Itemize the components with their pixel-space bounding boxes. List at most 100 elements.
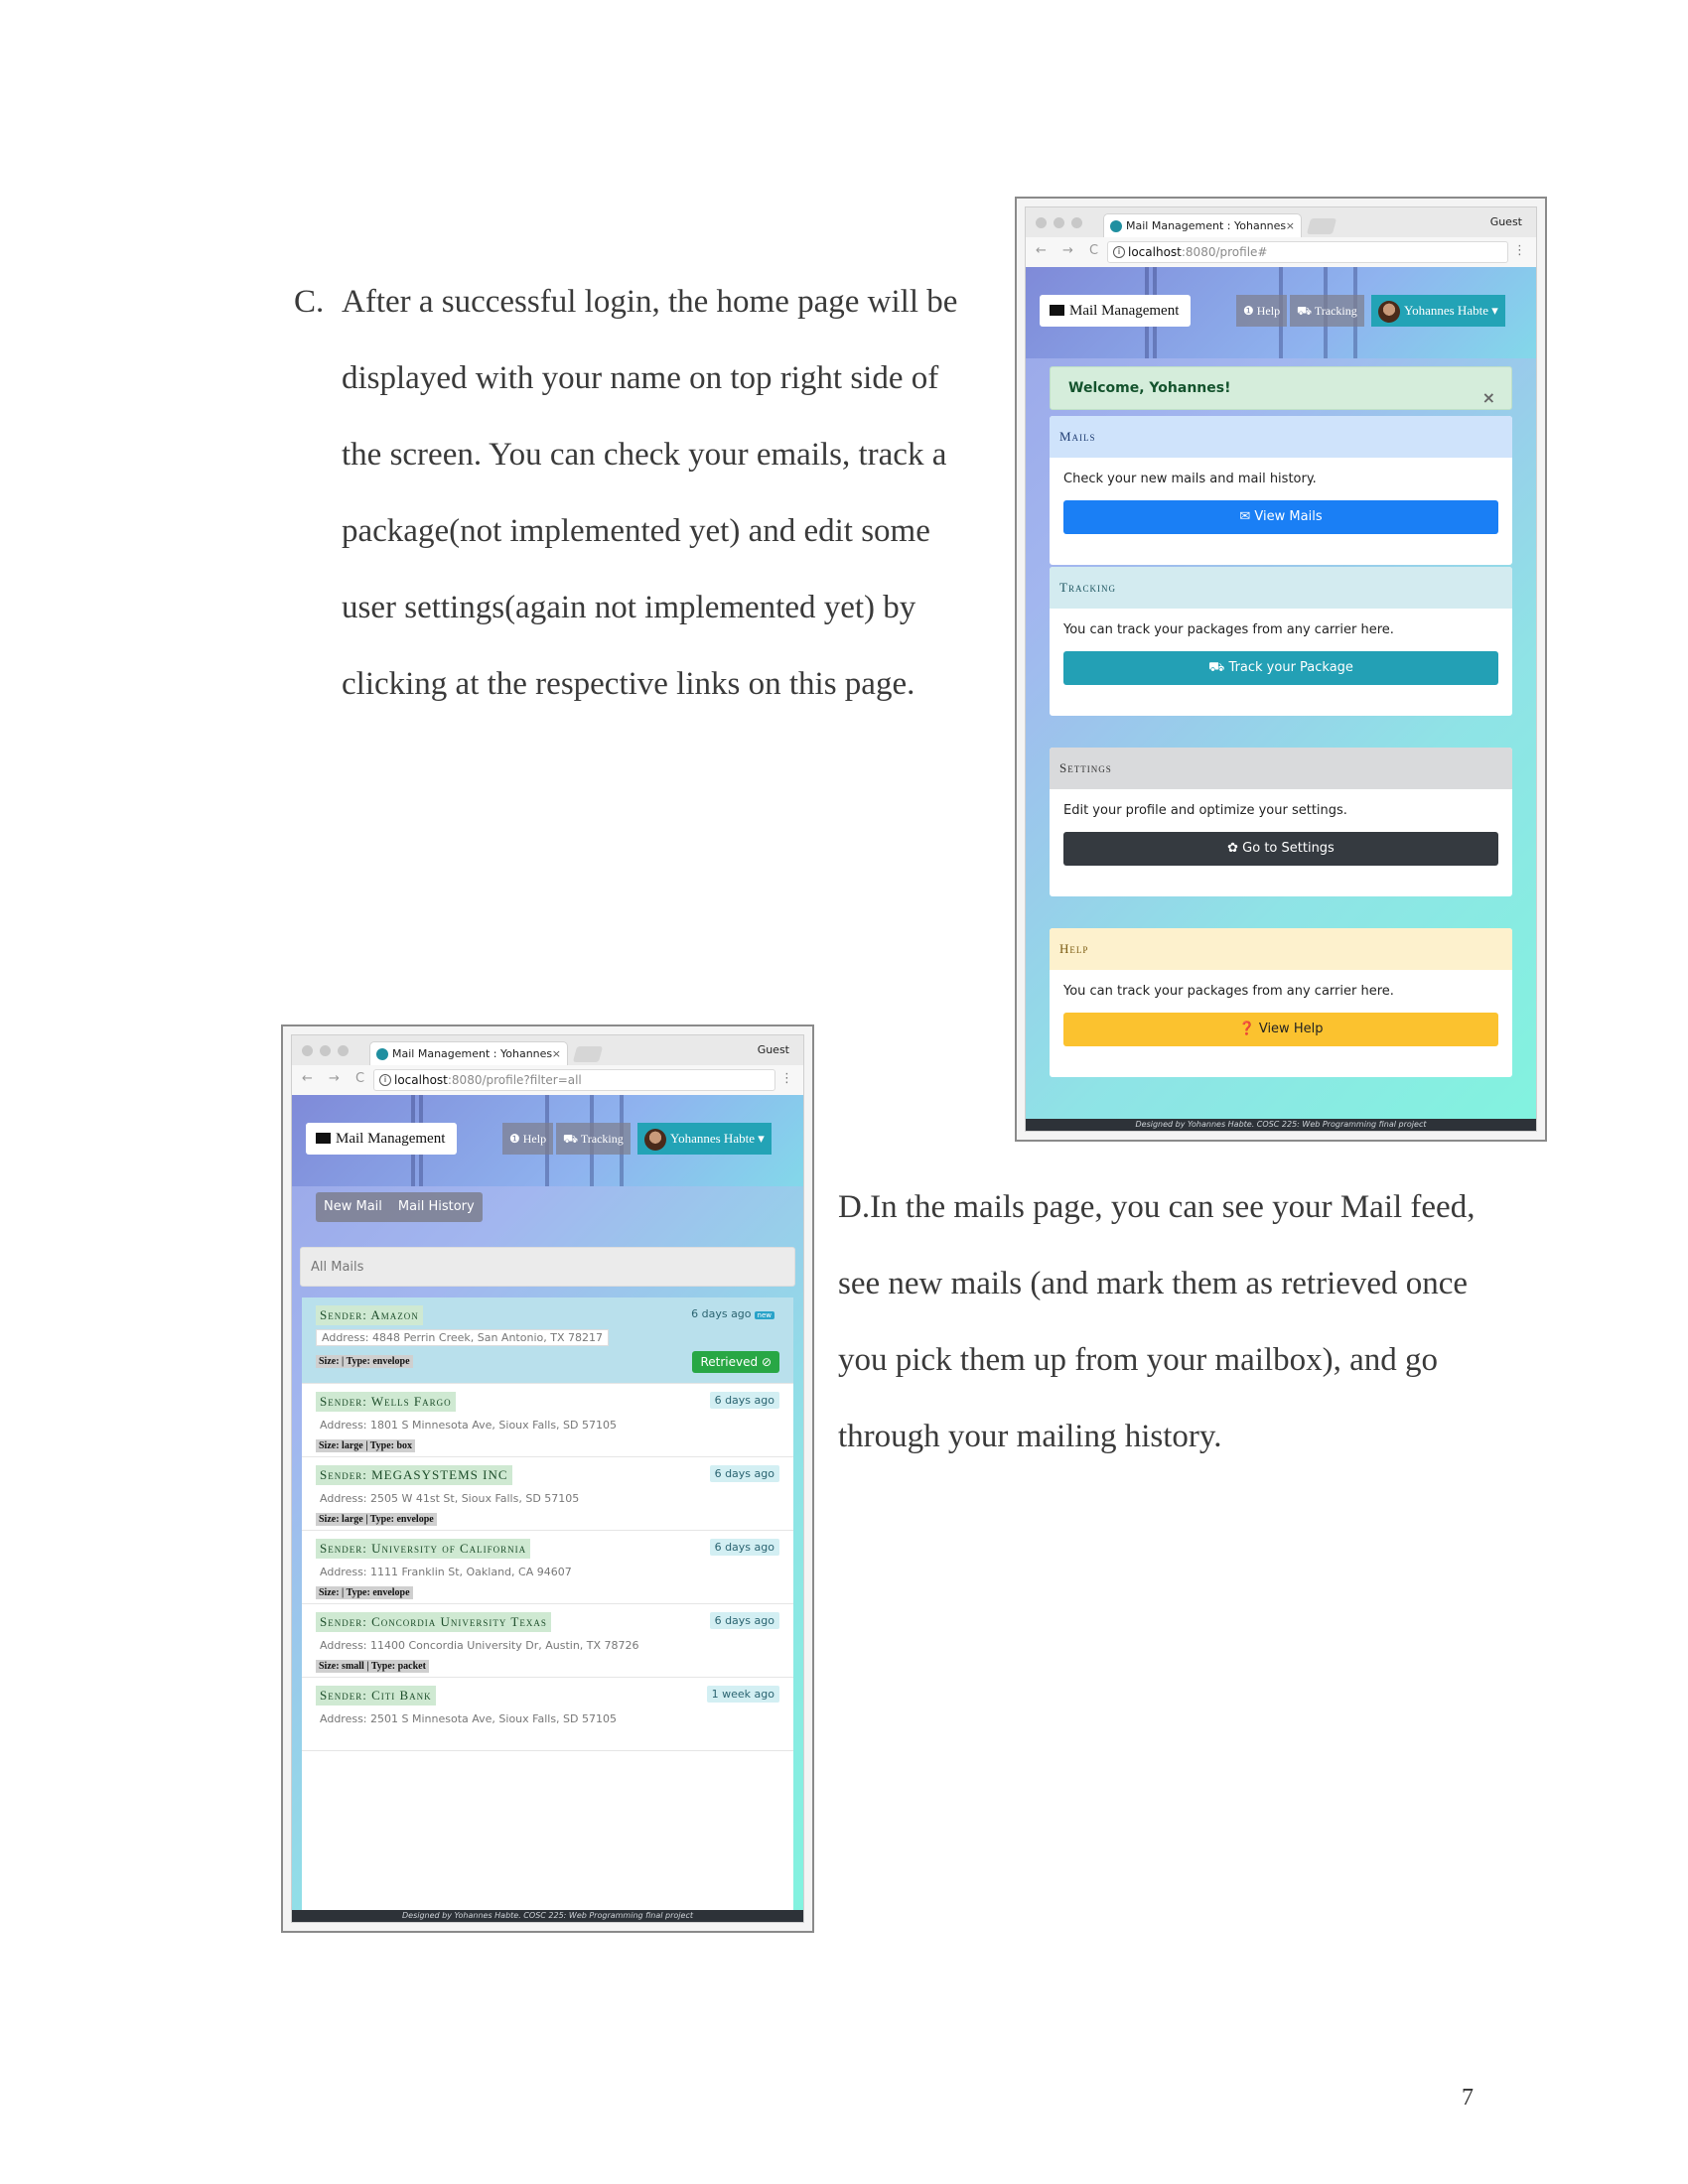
- tracking-link[interactable]: ⛟ Tracking: [556, 1123, 631, 1155]
- navbar: Mail Management ❶ Help ⛟ Tracking Yohann…: [1026, 267, 1536, 358]
- address-text: Address: 1111 Franklin St, Oakland, CA 9…: [320, 1566, 572, 1578]
- user-menu[interactable]: Yohannes Habte ▾: [637, 1123, 772, 1155]
- url-host: localhost: [394, 1073, 448, 1087]
- browser-window: Mail Management : Yohannes × Guest ← → C…: [291, 1034, 804, 1923]
- new-tab-button[interactable]: [572, 1046, 604, 1062]
- size-type-tag: Size: small | Type: packet: [316, 1660, 429, 1673]
- section-d-line: D.In the mails page, you can see your Ma…: [838, 1189, 1476, 1225]
- view-mails-button[interactable]: ✉ View Mails: [1063, 500, 1498, 534]
- address-bar: ← → C i localhost:8080/profile# ⋮: [1026, 237, 1536, 268]
- url-field[interactable]: i localhost:8080/profile?filter=all: [373, 1069, 775, 1091]
- nav-buttons[interactable]: ← → C: [1036, 243, 1104, 258]
- retrieved-button[interactable]: Retrieved ⊘: [692, 1351, 779, 1373]
- card-header: Mails: [1050, 416, 1512, 458]
- home-page-screenshot: Mail Management : Yohannes × Guest ← → C…: [1015, 197, 1547, 1142]
- brand-button[interactable]: Mail Management: [1040, 295, 1192, 327]
- card-text: Edit your profile and optimize your sett…: [1063, 803, 1347, 818]
- time-badge: 6 days ago: [709, 1612, 779, 1629]
- list-item[interactable]: Sender: MEGASYSTEMS INC 6 days ago Addre…: [302, 1457, 793, 1531]
- track-package-button[interactable]: ⛟ Track your Package: [1063, 651, 1498, 685]
- browser-window: Mail Management : Yohannes × Guest ← → C…: [1025, 206, 1537, 1132]
- navbar: Mail Management ❶ Help ⛟ Tracking Yohann…: [292, 1095, 803, 1186]
- list-item[interactable]: Sender: Citi Bank 1 week ago Address: 25…: [302, 1678, 793, 1751]
- time-badge: 6 days ago: [709, 1465, 779, 1482]
- address-text: Address: 1801 S Minnesota Ave, Sioux Fal…: [320, 1419, 617, 1432]
- help-link[interactable]: ❶ Help: [502, 1123, 554, 1155]
- envelope-icon: [1050, 305, 1064, 316]
- list-item[interactable]: Sender: University of California 6 days …: [302, 1531, 793, 1604]
- card-text: Check your new mails and mail history.: [1063, 472, 1317, 486]
- app-body: Mail Management ❶ Help ⛟ Tracking Yohann…: [1026, 267, 1536, 1131]
- card-header: Tracking: [1050, 567, 1512, 609]
- avatar: [644, 1129, 666, 1152]
- sender-label: Sender: Wells Fargo: [316, 1392, 456, 1412]
- close-icon[interactable]: ×: [1482, 377, 1495, 419]
- size-type-tag: Size: | Type: envelope: [316, 1355, 413, 1368]
- nav-buttons[interactable]: ← → C: [302, 1071, 370, 1086]
- size-type-tag: Size: large | Type: envelope: [316, 1513, 437, 1526]
- time-badge: 6 days ago: [709, 1539, 779, 1556]
- tracking-link[interactable]: ⛟ Tracking: [1290, 295, 1364, 327]
- time-badge: 6 days ago new: [686, 1305, 779, 1322]
- new-badge: new: [754, 1311, 774, 1319]
- tab-bar: Mail Management : Yohannes × Guest: [292, 1035, 803, 1065]
- address-text: Address: 2501 S Minnesota Ave, Sioux Fal…: [320, 1712, 617, 1725]
- info-icon: i: [1113, 246, 1125, 258]
- help-link[interactable]: ❶ Help: [1236, 295, 1288, 327]
- go-to-settings-button[interactable]: ✿ Go to Settings: [1063, 832, 1498, 866]
- browser-tab[interactable]: Mail Management : Yohannes ×: [1103, 213, 1302, 237]
- section-c-line: clicking at the respective links on this…: [342, 666, 915, 702]
- brand-label: Mail Management: [336, 1131, 446, 1147]
- section-c-line: user settings(again not implemented yet)…: [342, 590, 916, 625]
- tab-title: Mail Management : Yohannes: [392, 1047, 553, 1060]
- url-field[interactable]: i localhost:8080/profile#: [1107, 241, 1508, 263]
- mail-list: Sender: Amazon 6 days ago new Address: 48…: [302, 1297, 793, 1910]
- tab-mail-history[interactable]: Mail History: [390, 1192, 483, 1222]
- url-path: :8080/profile#: [1181, 245, 1268, 259]
- list-item[interactable]: Sender: Amazon 6 days ago new Address: 48…: [302, 1297, 793, 1384]
- card-header: Settings: [1050, 748, 1512, 789]
- address-text: Address: 2505 W 41st St, Sioux Falls, SD…: [320, 1492, 580, 1505]
- list-item[interactable]: Sender: Wells Fargo 6 days ago Address: …: [302, 1384, 793, 1457]
- url-path: :8080/profile?filter=all: [447, 1073, 582, 1087]
- user-menu[interactable]: Yohannes Habte ▾: [1371, 295, 1505, 327]
- window-controls[interactable]: [302, 1045, 349, 1056]
- brand-label: Mail Management: [1069, 303, 1180, 319]
- section-c-marker: C.: [294, 284, 325, 320]
- tab-bar: Mail Management : Yohannes × Guest: [1026, 207, 1536, 237]
- brand-button[interactable]: Mail Management: [306, 1123, 458, 1155]
- profile-guest[interactable]: Guest: [1490, 215, 1522, 228]
- window-controls[interactable]: [1036, 217, 1082, 228]
- sender-label: Sender: Amazon: [316, 1305, 423, 1325]
- list-item[interactable]: Sender: Concordia University Texas 6 day…: [302, 1604, 793, 1678]
- sender-label: Sender: Concordia University Texas: [316, 1612, 551, 1632]
- welcome-alert: Welcome, Yohannes! ×: [1050, 366, 1512, 410]
- card-header: Help: [1050, 928, 1512, 970]
- close-icon[interactable]: ×: [1286, 214, 1295, 237]
- menu-icon[interactable]: ⋮: [780, 1071, 793, 1086]
- browser-tab[interactable]: Mail Management : Yohannes ×: [369, 1041, 568, 1065]
- size-type-tag: Size: large | Type: box: [316, 1439, 416, 1452]
- section-d-line: see new mails (and mark them as retrieve…: [838, 1266, 1469, 1301]
- envelope-icon: [316, 1133, 331, 1144]
- close-icon[interactable]: ×: [552, 1042, 561, 1065]
- avatar: [1378, 301, 1400, 324]
- mail-subnav: New Mail Mail History: [316, 1192, 483, 1222]
- card-text: You can track your packages from any car…: [1063, 984, 1394, 999]
- favicon-icon: [1110, 220, 1122, 232]
- section-c-line: package(not implemented yet) and edit so…: [342, 513, 930, 549]
- menu-icon[interactable]: ⋮: [1513, 243, 1526, 258]
- card-text: You can track your packages from any car…: [1063, 622, 1394, 637]
- size-type-tag: Size: | Type: envelope: [316, 1586, 413, 1599]
- view-help-button[interactable]: ❓ View Help: [1063, 1013, 1498, 1046]
- user-name: Yohannes Habte ▾: [670, 1131, 765, 1146]
- tab-new-mail[interactable]: New Mail: [316, 1192, 390, 1222]
- footer: Designed by Yohannes Habte. COSC 225: We…: [1026, 1119, 1536, 1131]
- section-d-line: through your mailing history.: [838, 1419, 1222, 1454]
- new-tab-button[interactable]: [1306, 218, 1337, 234]
- time-badge: 6 days ago: [709, 1392, 779, 1409]
- help-card: Help You can track your packages from an…: [1050, 928, 1512, 1077]
- address-text: Address: 4848 Perrin Creek, San Antonio,…: [316, 1329, 609, 1346]
- tab-title: Mail Management : Yohannes: [1126, 219, 1287, 232]
- profile-guest[interactable]: Guest: [758, 1043, 789, 1056]
